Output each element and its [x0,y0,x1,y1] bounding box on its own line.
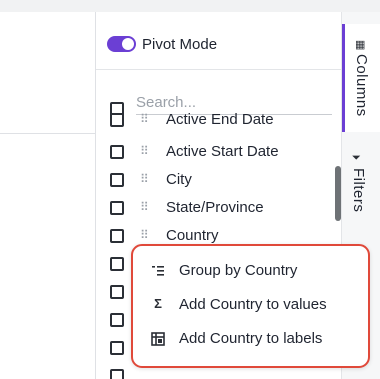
drag-handle-icon[interactable]: ⠿ [140,172,149,186]
sigma-icon: Σ [154,296,162,311]
pivot-mode-row: Pivot Mode [96,12,341,70]
column-context-menu: Group by Country Σ Add Country to values… [131,244,370,368]
pivot-mode-label: Pivot Mode [142,36,218,53]
drag-handle-icon[interactable]: ⠿ [140,112,149,126]
column-label: City [166,171,192,188]
tab-filters-label: Filters [350,168,367,213]
column-label: State/Province [166,199,264,216]
group-rows-icon [150,262,166,278]
column-label: Country [166,227,219,244]
tab-columns[interactable]: ▦ Columns [342,24,380,132]
drag-handle-icon[interactable]: ⠿ [140,144,149,158]
column-checkbox[interactable] [110,229,124,243]
columns-grid-icon: ▦ [355,39,366,51]
column-item-active-end-date[interactable]: ⠿ Active End Date [96,106,341,134]
column-item-active-start-date[interactable]: ⠿ Active Start Date [96,138,341,166]
top-toolbar-strip [0,0,380,12]
filter-icon: ⏷ [352,152,361,164]
drag-handle-icon[interactable]: ⠿ [140,200,149,214]
drag-handle-icon[interactable]: ⠿ [140,228,149,242]
tab-filters[interactable]: ⏷ Filters [342,148,380,238]
grid-row-divider [0,133,95,134]
tab-columns-label: Columns [353,54,370,117]
pivot-table-icon [150,330,166,346]
column-checkbox[interactable] [110,341,124,355]
column-checkbox[interactable] [110,313,124,327]
column-checkbox[interactable] [110,201,124,215]
menu-item-group-by-country[interactable]: Group by Country [133,254,368,288]
column-checkbox[interactable] [110,285,124,299]
column-checkbox[interactable] [110,173,124,187]
column-item-state-province[interactable]: ⠿ State/Province [96,194,341,222]
menu-item-add-country-to-labels[interactable]: Add Country to labels [133,322,368,356]
column-label: Active Start Date [166,143,279,160]
menu-item-add-country-to-values[interactable]: Σ Add Country to values [133,288,368,322]
menu-item-label: Add Country to values [179,296,327,313]
menu-item-label: Group by Country [179,262,298,279]
menu-item-label: Add Country to labels [179,330,323,347]
column-checkbox[interactable] [110,369,124,379]
column-item-city[interactable]: ⠿ City [96,166,341,194]
pivot-mode-toggle[interactable] [107,36,136,52]
column-checkbox[interactable] [110,257,124,271]
column-label: Active End Date [166,111,274,128]
toggle-knob [122,38,134,50]
grid-area [0,12,95,379]
column-checkbox[interactable] [110,145,124,159]
column-checkbox[interactable] [110,113,124,127]
